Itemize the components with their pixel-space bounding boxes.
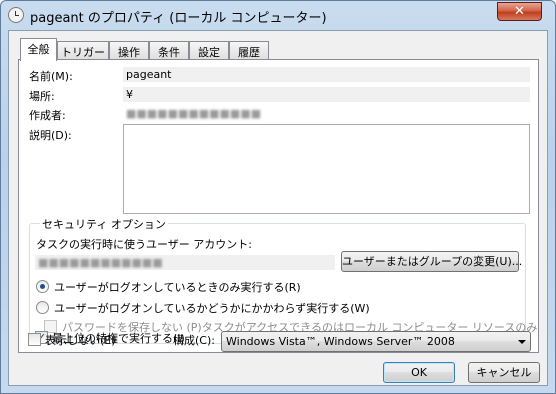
- logged-on-only-radio[interactable]: [36, 280, 49, 293]
- tab-actions[interactable]: 操作: [109, 41, 149, 60]
- tab-conditions[interactable]: 条件: [149, 41, 189, 60]
- run-as-account-field[interactable]: ■■■■■■■■■■■■: [35, 255, 335, 270]
- task-clock-icon: [8, 7, 24, 23]
- whether-logged-on-label[interactable]: ユーザーがログオンしているかどうかにかかわらず実行する(W): [54, 300, 370, 316]
- hidden-label[interactable]: 表示しない(E): [45, 332, 116, 348]
- security-group-title: セキュリティ オプション: [40, 216, 168, 232]
- ok-button[interactable]: OK: [383, 362, 455, 383]
- account-value-redacted: ■■■■■■■■■■■■: [38, 256, 163, 269]
- name-label: 名前(M):: [29, 70, 73, 83]
- logged-on-only-label[interactable]: ユーザーがログオンしているときのみ実行する(R): [54, 279, 301, 295]
- tab-history[interactable]: 履歴: [229, 41, 269, 60]
- close-button[interactable]: ✕: [497, 2, 542, 21]
- tab-settings[interactable]: 設定: [189, 41, 229, 60]
- whether-logged-on-radio[interactable]: [36, 301, 49, 314]
- title-bar[interactable]: pageant のプロパティ (ローカル コンピューター): [1, 1, 555, 31]
- configure-for-label: 構成(C):: [173, 334, 215, 347]
- configure-for-dropdown[interactable]: Windows Vista™, Windows Server™ 2008: [221, 331, 531, 352]
- description-label: 説明(D):: [29, 129, 72, 142]
- window-title: pageant のプロパティ (ローカル コンピューター): [30, 11, 327, 26]
- hidden-checkbox[interactable]: [28, 333, 41, 346]
- configure-for-value: Windows Vista™, Windows Server™ 2008: [226, 335, 455, 348]
- author-value-redacted: ■■■■■■■■■■■■■: [126, 107, 262, 120]
- name-field[interactable]: pageant: [123, 67, 530, 82]
- location-label: 場所:: [29, 90, 55, 103]
- dialog-client: 全般 トリガー 操作 条件 設定 履歴 名前(M): pageant 場所: ¥…: [8, 30, 548, 386]
- general-tab-panel: 名前(M): pageant 場所: ¥ 作成者: ■■■■■■■■■■■■■ …: [18, 59, 539, 353]
- description-textarea[interactable]: [123, 124, 530, 214]
- tab-general[interactable]: 全般: [20, 38, 57, 61]
- tab-triggers[interactable]: トリガー: [57, 41, 109, 60]
- change-user-button[interactable]: ユーザーまたはグループの変更(U)...: [341, 251, 522, 272]
- location-field[interactable]: ¥: [123, 87, 530, 102]
- security-options-group: セキュリティ オプション タスクの実行時に使うユーザー アカウント: ■■■■■…: [29, 216, 537, 344]
- run-as-account-label: タスクの実行時に使うユーザー アカウント:: [36, 238, 252, 251]
- cancel-button[interactable]: キャンセル: [468, 362, 540, 383]
- properties-window: pageant のプロパティ (ローカル コンピューター) ✕ 全般 トリガー …: [0, 0, 556, 394]
- chevron-down-icon: [518, 340, 526, 344]
- author-label: 作成者:: [29, 109, 66, 122]
- author-field[interactable]: ■■■■■■■■■■■■■: [123, 106, 530, 121]
